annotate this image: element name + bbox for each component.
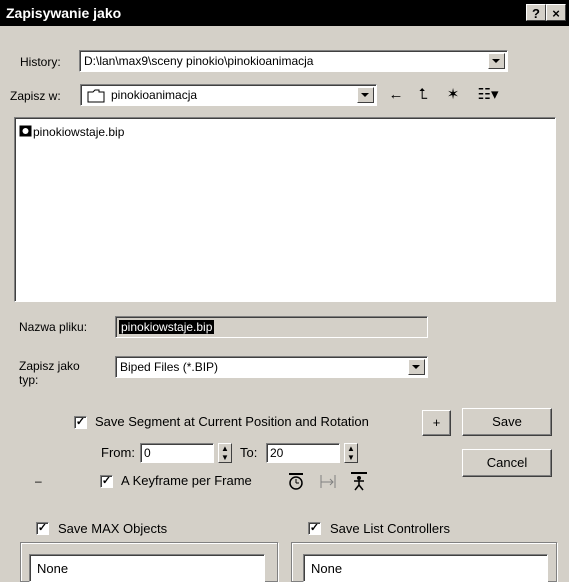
file-name: pinokiowstaje.bip xyxy=(33,125,125,139)
save-segment-label: Save Segment at Current Position and Rot… xyxy=(95,414,369,429)
spin-up-icon: ▲ xyxy=(347,444,355,453)
folder-icon xyxy=(87,89,105,103)
close-button[interactable]: × xyxy=(546,4,566,21)
to-value: 20 xyxy=(270,446,284,460)
spin-down-icon: ▼ xyxy=(221,453,229,462)
filename-field[interactable]: pinokiowstaje.bip xyxy=(115,316,428,338)
spin-down-icon: ▼ xyxy=(347,453,355,462)
filetype-label: Zapisz jako typ: xyxy=(19,359,80,387)
filename-label: Nazwa pliku: xyxy=(19,320,88,334)
from-value: 0 xyxy=(144,446,151,460)
filename-value: pinokiowstaje.bip xyxy=(119,320,215,334)
title-bar: Zapisywanie jako ? × xyxy=(0,0,569,26)
figure-pose-icon[interactable] xyxy=(349,470,369,492)
dash-label: – xyxy=(35,474,42,488)
from-spinner[interactable]: ▲ ▼ xyxy=(218,443,232,463)
max-objects-checkbox[interactable]: ✓ xyxy=(36,522,49,535)
list-controllers-label: Save List Controllers xyxy=(330,521,450,536)
chevron-down-icon[interactable] xyxy=(488,53,505,69)
help-button[interactable]: ? xyxy=(526,4,546,21)
max-objects-label: Save MAX Objects xyxy=(58,521,168,536)
save-in-combo[interactable]: pinokioanimacja xyxy=(80,84,377,106)
timer-icon[interactable] xyxy=(286,471,306,491)
keyframe-range-icon[interactable] xyxy=(318,471,338,491)
from-label: From: xyxy=(101,445,135,460)
chevron-down-icon[interactable] xyxy=(357,87,374,103)
save-segment-checkbox[interactable]: ✓ xyxy=(74,416,87,429)
new-folder-icon[interactable]: ✶ xyxy=(443,85,463,105)
to-field[interactable]: 20 xyxy=(266,443,340,463)
back-icon[interactable]: ← xyxy=(386,85,406,105)
list-item[interactable]: pinokiowstaje.bip xyxy=(19,125,124,139)
list-item[interactable]: None xyxy=(37,561,68,576)
list-controllers-list[interactable]: None xyxy=(303,554,548,582)
list-controllers-checkbox[interactable]: ✓ xyxy=(308,522,321,535)
to-label: To: xyxy=(240,445,258,460)
to-spinner[interactable]: ▲ ▼ xyxy=(344,443,358,463)
spin-up-icon: ▲ xyxy=(221,444,229,453)
bip-file-icon xyxy=(19,125,32,137)
list-item[interactable]: None xyxy=(311,561,342,576)
file-list[interactable]: pinokiowstaje.bip xyxy=(14,117,556,302)
max-objects-list[interactable]: None xyxy=(29,554,265,582)
history-value: D:\lan\max9\sceny pinokio\pinokioanimacj… xyxy=(84,54,314,68)
keyframe-checkbox[interactable]: ✓ xyxy=(100,475,113,488)
keyframe-label: A Keyframe per Frame xyxy=(121,473,252,488)
window-title: Zapisywanie jako xyxy=(6,5,122,21)
cancel-button[interactable]: Cancel xyxy=(462,449,552,477)
from-field[interactable]: 0 xyxy=(140,443,214,463)
view-menu-icon[interactable]: ☷▾ xyxy=(473,85,503,105)
save-in-value: pinokioanimacja xyxy=(111,88,198,102)
chevron-down-icon[interactable] xyxy=(408,359,425,375)
history-combo[interactable]: D:\lan\max9\sceny pinokio\pinokioanimacj… xyxy=(79,50,508,72)
save-button[interactable]: Save xyxy=(462,408,552,436)
filetype-combo[interactable]: Biped Files (*.BIP) xyxy=(115,356,428,378)
history-label: History: xyxy=(20,55,61,69)
up-folder-icon[interactable]: ⮤ xyxy=(413,85,433,105)
plus-button[interactable]: + xyxy=(422,410,451,436)
save-in-label: Zapisz w: xyxy=(10,89,61,103)
filetype-value: Biped Files (*.BIP) xyxy=(120,360,219,374)
